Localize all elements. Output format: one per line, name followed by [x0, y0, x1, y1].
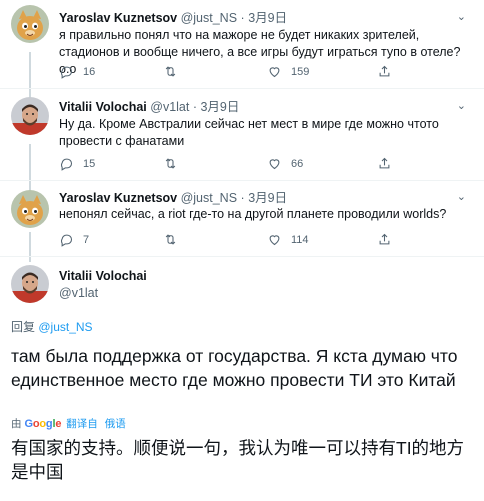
- author-name[interactable]: Vitalii Volochai: [59, 269, 147, 283]
- tweet-date[interactable]: 3月9日: [248, 191, 287, 205]
- heart-icon: [269, 67, 280, 78]
- retweet-button[interactable]: [163, 64, 187, 79]
- translate-label[interactable]: 翻译自: [66, 416, 98, 431]
- like-count: 66: [291, 157, 304, 170]
- reply-icon: [61, 66, 73, 79]
- author-handle[interactable]: @v1lat: [150, 100, 189, 114]
- translate-source-language[interactable]: 俄语: [105, 416, 126, 431]
- replying-to-link[interactable]: @just_NS: [38, 320, 92, 334]
- tweet-date[interactable]: 3月9日: [248, 11, 287, 25]
- reply-button[interactable]: 15: [59, 156, 95, 171]
- google-logo: Google: [24, 417, 62, 430]
- translation-attribution: 由 Google 翻译自 俄语: [11, 416, 126, 431]
- reply-icon: [61, 234, 73, 247]
- tweet-text: непонял сейчас, а riot где-то на другой …: [59, 207, 447, 221]
- like-button[interactable]: 159: [267, 64, 309, 79]
- tweet-date[interactable]: 3月9日: [200, 100, 239, 114]
- like-count: 159: [291, 65, 310, 78]
- retweet-button[interactable]: [163, 232, 187, 247]
- like-button[interactable]: 66: [267, 156, 303, 171]
- share-icon: [379, 157, 390, 169]
- reply-icon: [61, 158, 73, 171]
- separator-dot: ·: [240, 11, 245, 25]
- reply-count: 15: [83, 157, 96, 170]
- author-name[interactable]: Vitalii Volochai: [59, 100, 147, 114]
- heart-icon: [269, 235, 280, 246]
- share-button[interactable]: [377, 156, 392, 171]
- avatar[interactable]: [11, 190, 49, 228]
- tweet-text: Ну да. Кроме Австралии сейчас нет мест в…: [59, 117, 439, 148]
- heart-icon: [269, 159, 280, 170]
- share-button[interactable]: [377, 64, 392, 79]
- author-handle[interactable]: @just_NS: [181, 191, 237, 205]
- like-count: 114: [291, 233, 309, 246]
- cartoon-cat-avatar-icon: [11, 190, 49, 228]
- author-name[interactable]: Yaroslav Kuznetsov: [59, 191, 177, 205]
- author-name[interactable]: Yaroslav Kuznetsov: [59, 11, 177, 25]
- cartoon-cat-avatar-icon: [11, 5, 49, 43]
- man-photo-avatar-icon: [11, 265, 49, 303]
- separator-dot: ·: [240, 191, 245, 205]
- replying-prefix: 回复: [11, 320, 36, 334]
- tweet-text: там была поддержка от государства. Я кст…: [11, 346, 458, 390]
- reply-count: 7: [83, 233, 90, 246]
- share-icon: [379, 65, 390, 77]
- tweet[interactable]: Yaroslav Kuznetsov @just_NS · 3月9日 ⌄ я п…: [0, 0, 484, 89]
- retweet-icon: [165, 234, 176, 245]
- reply-button[interactable]: 7: [59, 232, 89, 247]
- translate-by: 由: [11, 418, 22, 430]
- like-button[interactable]: 114: [267, 232, 309, 247]
- reply-button[interactable]: 16: [59, 64, 95, 79]
- share-icon: [379, 233, 390, 245]
- avatar[interactable]: [11, 265, 49, 303]
- author-handle[interactable]: @just_NS: [181, 11, 237, 25]
- avatar[interactable]: [11, 5, 49, 43]
- retweet-icon: [165, 66, 176, 77]
- retweet-button[interactable]: [163, 156, 187, 171]
- tweet[interactable]: Vitalii Volochai @v1lat · 3月9日 ⌄ Ну да. …: [0, 89, 484, 181]
- chevron-down-icon[interactable]: ⌄: [457, 190, 466, 203]
- separator-dot: ·: [192, 100, 197, 114]
- retweet-icon: [165, 158, 176, 169]
- replying-to: 回复 @just_NS: [11, 318, 93, 335]
- chevron-down-icon[interactable]: ⌄: [457, 10, 466, 23]
- author-handle[interactable]: @v1lat: [59, 286, 98, 300]
- share-button[interactable]: [377, 232, 392, 247]
- avatar[interactable]: [11, 97, 49, 135]
- man-photo-avatar-icon: [11, 97, 49, 135]
- tweet[interactable]: Yaroslav Kuznetsov @just_NS · 3月9日 ⌄ неп…: [0, 181, 484, 257]
- translated-text: 有国家的支持。顺便说一句，我认为唯一可以持有TI的地方是中国: [11, 438, 465, 482]
- reply-count: 16: [83, 65, 96, 78]
- chevron-down-icon[interactable]: ⌄: [457, 99, 466, 112]
